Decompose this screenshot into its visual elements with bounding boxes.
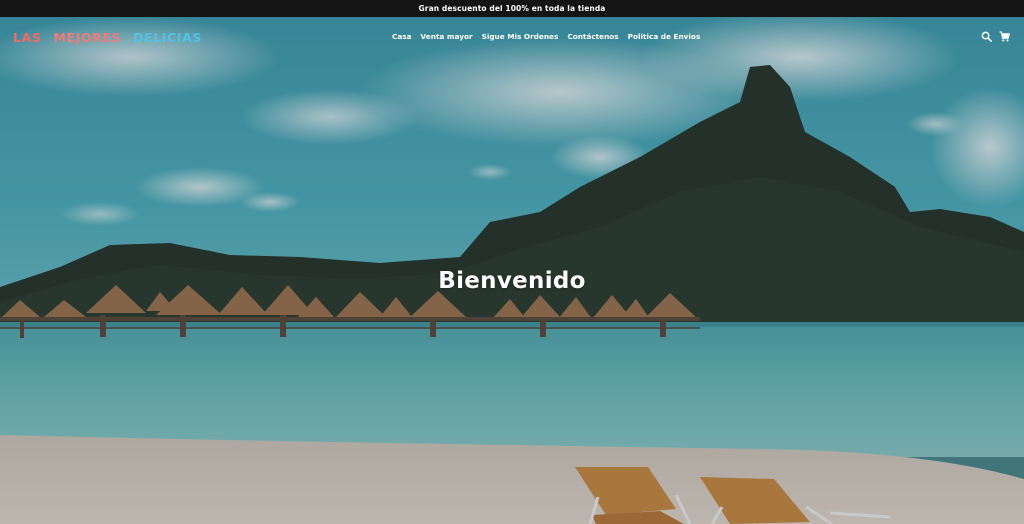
- site-header: LAS MEJORES DELICIAS Casa Venta mayor Si…: [0, 17, 1024, 57]
- cart-icon[interactable]: [999, 31, 1010, 42]
- main-nav: Casa Venta mayor Sigue Mis Ordenes Contá…: [392, 32, 700, 41]
- hero-title: Bienvenido: [438, 268, 586, 294]
- site-logo[interactable]: LAS MEJORES DELICIAS: [13, 30, 202, 45]
- logo-word-1: LAS: [13, 30, 42, 45]
- nav-item-politica-de-envios[interactable]: Politica de Envios: [628, 32, 701, 41]
- announcement-text: Gran descuento del 100% en toda la tiend…: [418, 4, 606, 13]
- header-icons: [981, 31, 1010, 42]
- logo-word-3: DELICIAS: [133, 30, 202, 45]
- nav-item-casa[interactable]: Casa: [392, 32, 412, 41]
- nav-item-contactenos[interactable]: Contáctenos: [567, 32, 618, 41]
- logo-word-2: MEJORES: [53, 30, 122, 45]
- nav-item-sigue-mis-ordenes[interactable]: Sigue Mis Ordenes: [482, 32, 559, 41]
- search-icon[interactable]: [981, 31, 992, 42]
- nav-item-venta-mayor[interactable]: Venta mayor: [421, 32, 473, 41]
- announcement-bar: Gran descuento del 100% en toda la tiend…: [0, 0, 1024, 17]
